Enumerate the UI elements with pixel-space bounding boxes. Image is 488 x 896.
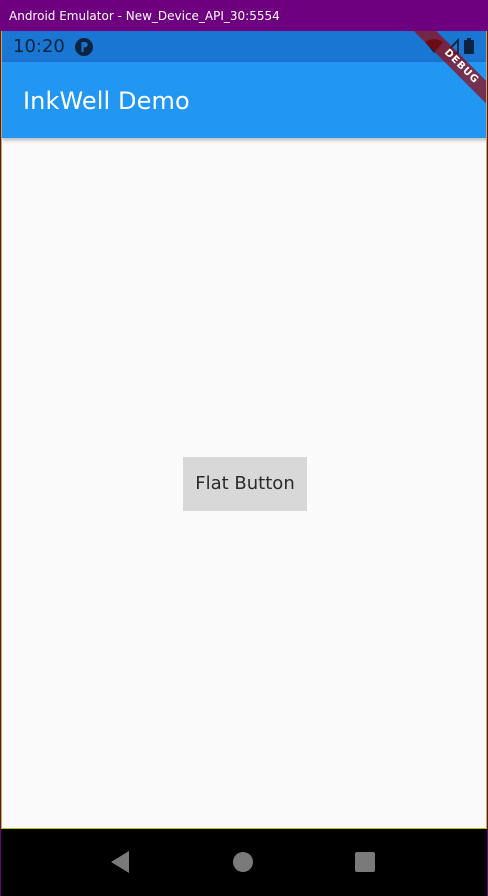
- device-frame: 10:20 InkWell Demo DEBUG Flat Button: [1, 31, 487, 896]
- back-icon[interactable]: [107, 849, 133, 875]
- app-screen: 10:20 InkWell Demo DEBUG Flat Button: [1, 31, 487, 829]
- flat-button[interactable]: Flat Button: [183, 457, 307, 511]
- signal-icon: [443, 37, 459, 54]
- recents-icon[interactable]: [352, 849, 378, 875]
- home-icon[interactable]: [230, 849, 256, 875]
- status-icons: [424, 37, 480, 55]
- battery-icon: [464, 38, 474, 54]
- status-time: 10:20: [13, 36, 65, 57]
- status-bar: 10:20: [2, 31, 486, 62]
- app-notification-icon: [74, 37, 94, 57]
- navigation-bar: [1, 829, 487, 896]
- wifi-icon: [425, 39, 443, 53]
- app-bar-title: InkWell Demo: [23, 87, 190, 115]
- emulator-window-title: Android Emulator - New_Device_API_30:555…: [9, 9, 280, 23]
- app-bar: InkWell Demo: [2, 62, 486, 138]
- emulator-title-bar: Android Emulator - New_Device_API_30:555…: [0, 0, 488, 31]
